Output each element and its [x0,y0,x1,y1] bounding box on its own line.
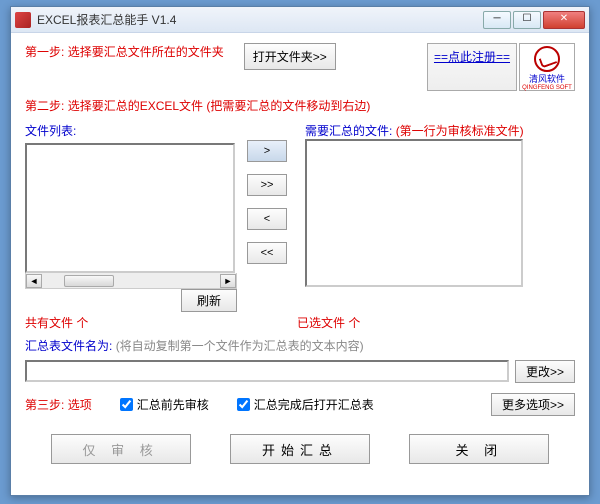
copy-note: 汇总表文件名为: (将自动复制第一个文件作为汇总表的文本内容) [25,337,575,354]
chk-audit-before-input[interactable] [120,398,133,411]
step3-label: 第三步: [25,398,64,412]
minimize-button[interactable]: ─ [483,11,511,29]
register-box: ==点此注册== [427,43,517,91]
left-hscroll[interactable]: ◄ ► [25,273,237,289]
titlebar[interactable]: EXCEL报表汇总能手 V1.4 ─ ☐ ✕ [11,7,589,33]
move-right-all-button[interactable]: >> [247,174,287,196]
chk-open-after-label: 汇总完成后打开汇总表 [254,396,374,413]
maximize-button[interactable]: ☐ [513,11,541,29]
move-left-one-button[interactable]: < [247,208,287,230]
content-area: 第一步: 选择要汇总文件所在的文件夹 打开文件夹>> ==点此注册== 清风软件… [11,33,589,474]
step1-label: 第一步: [25,45,64,59]
window-controls: ─ ☐ ✕ [483,11,585,29]
counts-row: 共有文件 个 已选文件 个 [25,314,575,331]
logo-box: 清风软件 QINGFENG SOFT [519,43,575,91]
move-buttons: > >> < << [237,122,297,312]
window-title: EXCEL报表汇总能手 V1.4 [37,11,483,28]
close-window-button[interactable]: ✕ [543,11,585,29]
change-filename-button[interactable]: 更改>> [515,360,575,383]
more-options-button[interactable]: 更多选项>> [491,393,575,416]
right-list-label: 需要汇总的文件: [305,124,392,138]
refresh-button[interactable]: 刷新 [181,289,237,312]
logo-en: QINGFENG SOFT [520,85,574,91]
filename-input[interactable] [25,360,509,382]
scroll-right-arrow-icon[interactable]: ► [220,274,236,288]
right-count: 已选文件 个 [297,314,360,331]
scroll-left-arrow-icon[interactable]: ◄ [26,274,42,288]
close-button[interactable]: 关 闭 [409,434,549,464]
file-list-left[interactable] [25,143,235,273]
filename-row: 更改>> [25,360,575,383]
checkbox-audit-before[interactable]: 汇总前先审核 [120,396,209,413]
step3-opt: 选项 [68,398,92,412]
step3-row: 第三步: 选项 汇总前先审核 汇总完成后打开汇总表 更多选项>> [25,393,575,416]
file-list-right[interactable] [305,139,523,287]
step3-label-group: 第三步: 选项 [25,396,92,413]
copy-note-gray: (将自动复制第一个文件作为汇总表的文本内容) [116,339,364,353]
left-count: 共有文件 个 [25,314,297,331]
left-column: 文件列表: ◄ ► 刷新 [25,122,237,312]
scroll-thumb[interactable] [64,275,114,287]
logo-name: 清风软件 [520,72,574,85]
step2-desc: 选择要汇总的EXCEL文件 (把需要汇总的文件移动到右边) [68,99,371,113]
lists-area: 文件列表: ◄ ► 刷新 > >> < << 需要汇总的文件: [25,122,575,312]
right-list-labels: 需要汇总的文件: (第一行为审核标准文件) [305,122,575,139]
start-summary-button[interactable]: 开始汇总 [230,434,370,464]
right-list-extra: (第一行为审核标准文件) [396,124,524,138]
open-folder-button[interactable]: 打开文件夹>> [244,43,336,70]
chk-open-after-input[interactable] [237,398,250,411]
left-list-label: 文件列表: [25,122,237,139]
app-window: EXCEL报表汇总能手 V1.4 ─ ☐ ✕ 第一步: 选择要汇总文件所在的文件… [10,6,590,496]
step1-row: 第一步: 选择要汇总文件所在的文件夹 打开文件夹>> ==点此注册== 清风软件… [25,43,575,91]
step1-desc: 选择要汇总文件所在的文件夹 [68,45,224,59]
logo-icon [534,46,560,72]
chk-audit-before-label: 汇总前先审核 [137,396,209,413]
checkbox-open-after[interactable]: 汇总完成后打开汇总表 [237,396,374,413]
step1-text: 第一步: 选择要汇总文件所在的文件夹 [25,43,224,60]
audit-only-button[interactable]: 仅 审 核 [51,434,191,464]
right-column: 需要汇总的文件: (第一行为审核标准文件) [305,122,575,312]
move-left-all-button[interactable]: << [247,242,287,264]
bottom-buttons: 仅 审 核 开始汇总 关 闭 [25,434,575,464]
step2-label: 第二步: [25,99,64,113]
move-right-one-button[interactable]: > [247,140,287,162]
app-icon [15,12,31,28]
step2-row: 第二步: 选择要汇总的EXCEL文件 (把需要汇总的文件移动到右边) [25,97,575,114]
register-link[interactable]: ==点此注册== [434,50,510,64]
copy-note-prefix: 汇总表文件名为: [25,339,112,353]
refresh-row: 刷新 [25,289,237,312]
